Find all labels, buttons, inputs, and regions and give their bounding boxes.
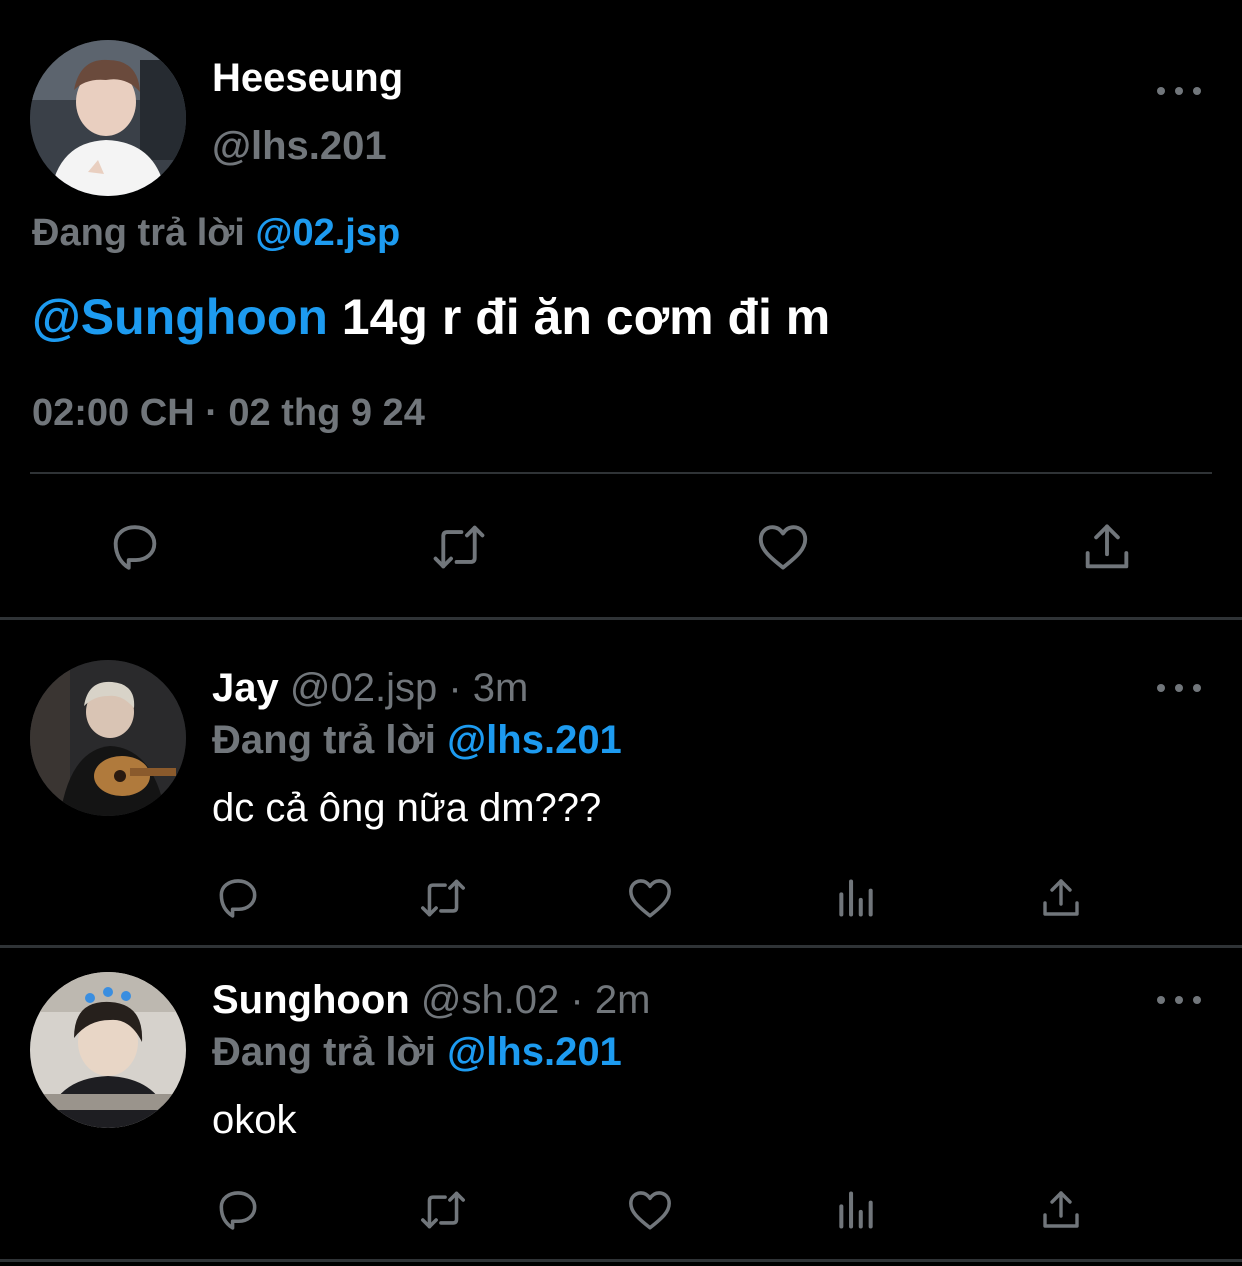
display-name[interactable]: Sunghoon	[212, 978, 410, 1022]
replying-to-link[interactable]: @lhs.201	[447, 1030, 622, 1074]
reply-icon	[113, 525, 157, 570]
retweet-icon	[421, 879, 465, 917]
more-options-icon[interactable]	[1157, 81, 1201, 101]
avatar-photo	[30, 660, 186, 816]
replying-prefix: Đang trả lời	[212, 1030, 437, 1074]
reply-text: dc cả ông nữa dm???	[212, 786, 602, 830]
like-button[interactable]	[748, 512, 818, 582]
like-button[interactable]	[624, 872, 676, 924]
avatar[interactable]	[30, 660, 186, 816]
reply-button[interactable]	[212, 872, 264, 924]
handle-and-time[interactable]: @sh.02 · 2m	[410, 978, 651, 1022]
replying-to-link[interactable]: @02.jsp	[255, 212, 400, 254]
reply-button[interactable]	[100, 512, 170, 582]
tweet-timestamp[interactable]: 02:00 CH · 02 thg 9 24	[32, 390, 425, 436]
mention-link[interactable]: @Sunghoon	[32, 289, 328, 345]
reply-icon	[219, 1191, 257, 1230]
avatar-photo	[30, 40, 186, 196]
divider	[0, 1259, 1242, 1262]
display-name[interactable]: Jay	[212, 666, 279, 710]
divider	[0, 945, 1242, 948]
analytics-button[interactable]	[832, 872, 880, 924]
tweet-text: @Sunghoon 14g r đi ăn cơm đi m	[32, 288, 830, 346]
reply-header: Sunghoon @sh.02 · 2m	[212, 976, 650, 1024]
retweet-button[interactable]	[414, 872, 472, 924]
reply-header: Jay @02.jsp · 3m	[212, 664, 528, 712]
replying-to-link[interactable]: @lhs.201	[447, 718, 622, 762]
reply-button[interactable]	[212, 1184, 264, 1236]
analytics-button[interactable]	[832, 1184, 880, 1236]
divider	[0, 617, 1242, 620]
handle-and-time[interactable]: @02.jsp · 3m	[279, 666, 528, 710]
replying-to-line: Đang trả lời @lhs.201	[212, 1028, 622, 1076]
share-icon	[1043, 879, 1079, 916]
share-icon	[1085, 524, 1129, 569]
analytics-icon	[839, 1191, 873, 1229]
retweet-icon	[421, 1191, 465, 1229]
avatar-photo	[30, 972, 186, 1128]
reply-icon	[219, 879, 257, 918]
retweet-button[interactable]	[414, 1184, 472, 1236]
heart-icon	[758, 525, 808, 570]
tweet-body: 14g r đi ăn cơm đi m	[327, 289, 831, 345]
share-button[interactable]	[1036, 1184, 1086, 1236]
share-button[interactable]	[1072, 512, 1142, 582]
retweet-icon	[433, 525, 485, 569]
divider	[30, 472, 1212, 474]
heart-icon	[629, 1191, 671, 1230]
analytics-icon	[839, 879, 873, 917]
replying-prefix: Đang trả lời	[212, 718, 437, 762]
replying-to-line: Đang trả lời @lhs.201	[212, 716, 622, 764]
avatar[interactable]	[30, 972, 186, 1128]
retweet-button[interactable]	[424, 512, 494, 582]
like-button[interactable]	[624, 1184, 676, 1236]
heart-icon	[629, 879, 671, 918]
share-button[interactable]	[1036, 872, 1086, 924]
more-options-icon[interactable]	[1157, 678, 1201, 698]
reply-text: okok	[212, 1098, 297, 1142]
more-options-icon[interactable]	[1157, 990, 1201, 1010]
user-handle[interactable]: @lhs.201	[212, 122, 387, 170]
display-name[interactable]: Heeseung	[212, 54, 403, 102]
avatar[interactable]	[30, 40, 186, 196]
replying-to-line: Đang trả lời @02.jsp	[32, 210, 400, 256]
share-icon	[1043, 1191, 1079, 1228]
replying-prefix: Đang trả lời	[32, 212, 245, 254]
